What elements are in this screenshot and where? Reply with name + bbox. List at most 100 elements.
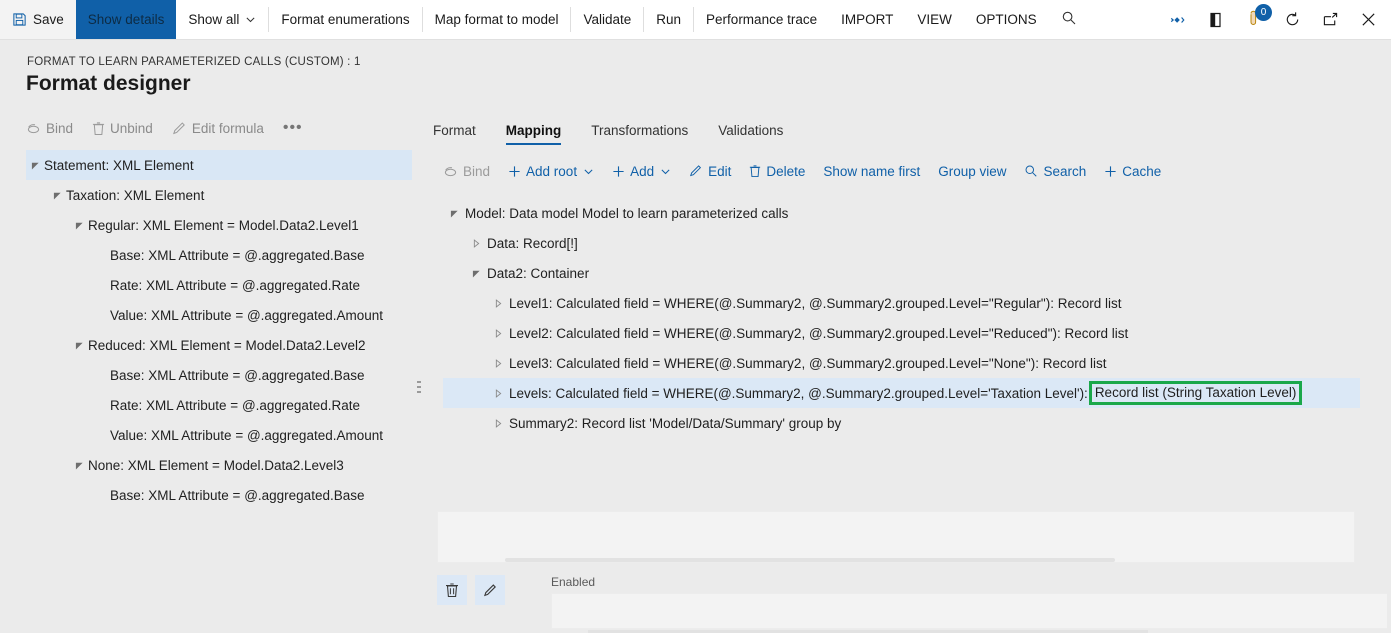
show-all-button[interactable]: Show all xyxy=(176,0,268,39)
mapping-tree-row-label: Data2: Container xyxy=(487,265,590,281)
toolbar-item-label: Bind xyxy=(463,163,491,179)
diamond-icon[interactable] xyxy=(1159,0,1197,40)
add-button[interactable]: Add xyxy=(612,164,671,179)
bind-button[interactable]: Bind xyxy=(26,121,82,136)
save-button[interactable]: Save xyxy=(0,0,76,39)
mapping-tree-row[interactable]: Levels: Calculated field = WHERE(@.Summa… xyxy=(443,378,1360,408)
show-name-first-button[interactable]: Show name first xyxy=(823,164,920,179)
format-tree-row[interactable]: Statement: XML Element xyxy=(26,150,412,180)
chevron-collapsed-icon[interactable] xyxy=(465,238,487,248)
format-tree-row[interactable]: Taxation: XML Element xyxy=(26,180,412,210)
format-enumerations-button[interactable]: Format enumerations xyxy=(269,0,421,39)
show-details-button[interactable]: Show details xyxy=(75,0,177,39)
chevron-collapsed-icon[interactable] xyxy=(487,418,509,428)
format-tree-row[interactable]: Regular: XML Element = Model.Data2.Level… xyxy=(26,210,412,240)
format-tree-row[interactable]: None: XML Element = Model.Data2.Level3 xyxy=(26,450,412,480)
save-icon xyxy=(12,12,27,27)
detail-delete-button[interactable] xyxy=(437,575,467,605)
format-tree-row-label: Rate: XML Attribute = @.aggregated.Rate xyxy=(110,397,360,413)
format-tree-row-label: Taxation: XML Element xyxy=(66,187,205,203)
mapping-tree-row[interactable]: Level2: Calculated field = WHERE(@.Summa… xyxy=(443,318,1373,348)
view-menu[interactable]: VIEW xyxy=(905,0,964,39)
run-button[interactable]: Run xyxy=(644,0,693,39)
format-tree-row[interactable]: Base: XML Attribute = @.aggregated.Base xyxy=(26,240,412,270)
chevron-collapsed-icon[interactable] xyxy=(487,388,509,398)
mapping-tree-row[interactable]: Data2: Container xyxy=(443,258,1373,288)
page-vertical-scrollbar[interactable] xyxy=(1387,40,1391,633)
cache-button[interactable]: Cache xyxy=(1104,164,1161,179)
chevron-expanded-icon[interactable] xyxy=(70,461,88,470)
format-tree-row[interactable]: Value: XML Attribute = @.aggregated.Amou… xyxy=(26,420,412,450)
group-view-button[interactable]: Group view xyxy=(938,164,1006,179)
format-tree-row[interactable]: Rate: XML Attribute = @.aggregated.Rate xyxy=(26,270,412,300)
mapping-tree-row[interactable]: Data: Record[!] xyxy=(443,228,1373,258)
tab-validations[interactable]: Validations xyxy=(718,123,799,145)
format-tree-row[interactable]: Value: XML Attribute = @.aggregated.Amou… xyxy=(26,300,412,330)
add-root-button[interactable]: Add root xyxy=(508,164,594,179)
format-tree-row[interactable]: Reduced: XML Element = Model.Data2.Level… xyxy=(26,330,412,360)
chevron-expanded-icon[interactable] xyxy=(443,209,465,218)
unbind-label: Unbind xyxy=(110,120,153,136)
format-tree-row[interactable]: Base: XML Attribute = @.aggregated.Base xyxy=(26,480,412,510)
options-menu[interactable]: OPTIONS xyxy=(964,0,1049,39)
formula-preview-scrollbar[interactable] xyxy=(505,558,1115,562)
pencil-icon xyxy=(689,164,703,178)
format-tree-row[interactable]: Rate: XML Attribute = @.aggregated.Rate xyxy=(26,390,412,420)
chevron-expanded-icon[interactable] xyxy=(26,161,44,170)
search-button[interactable] xyxy=(1049,0,1089,39)
tab-mapping[interactable]: Mapping xyxy=(505,123,578,145)
pencil-icon xyxy=(172,121,187,136)
chevron-expanded-icon[interactable] xyxy=(70,341,88,350)
performance-trace-button[interactable]: Performance trace xyxy=(694,0,829,39)
format-enumerations-label: Format enumerations xyxy=(281,12,410,27)
trash-icon xyxy=(92,121,105,136)
map-format-to-model-button[interactable]: Map format to model xyxy=(423,0,571,39)
chevron-expanded-icon[interactable] xyxy=(465,269,487,278)
tab-format[interactable]: Format xyxy=(433,123,492,145)
popout-icon[interactable] xyxy=(1311,0,1349,40)
import-menu[interactable]: IMPORT xyxy=(829,0,905,39)
delete-button[interactable]: Delete xyxy=(749,164,805,179)
toolbar-item-label: Show name first xyxy=(823,163,921,179)
format-tree-row[interactable]: Base: XML Attribute = @.aggregated.Base xyxy=(26,360,412,390)
notifications-icon[interactable]: 0 xyxy=(1235,0,1273,40)
format-tree-row-label: Base: XML Attribute = @.aggregated.Base xyxy=(110,247,365,263)
close-icon[interactable] xyxy=(1349,0,1387,40)
format-tree-row-label: Base: XML Attribute = @.aggregated.Base xyxy=(110,367,365,383)
mapping-search-button[interactable]: Search xyxy=(1024,164,1086,179)
format-tree-row-label: Value: XML Attribute = @.aggregated.Amou… xyxy=(110,307,383,323)
tab-label: Transformations xyxy=(591,123,689,138)
mapping-bind-button: Bind xyxy=(443,164,490,179)
chevron-expanded-icon[interactable] xyxy=(48,191,66,200)
mapping-tree-row[interactable]: Level1: Calculated field = WHERE(@.Summa… xyxy=(443,288,1373,318)
refresh-icon[interactable] xyxy=(1273,0,1311,40)
validate-button[interactable]: Validate xyxy=(571,0,643,39)
chevron-collapsed-icon[interactable] xyxy=(487,298,509,308)
toolbar-item-label: Search xyxy=(1043,163,1087,179)
panel-splitter-handle[interactable] xyxy=(414,373,424,401)
chevron-expanded-icon[interactable] xyxy=(70,221,88,230)
more-actions-button[interactable]: ••• xyxy=(283,119,303,137)
panel-icon[interactable] xyxy=(1197,0,1235,40)
toolbar-item-label: Delete xyxy=(766,163,806,179)
validate-label: Validate xyxy=(583,12,632,27)
tab-transformations[interactable]: Transformations xyxy=(591,123,704,145)
save-label: Save xyxy=(33,12,64,27)
chevron-collapsed-icon[interactable] xyxy=(487,358,509,368)
breadcrumb: FORMAT TO LEARN PARAMETERIZED CALLS (CUS… xyxy=(27,56,361,68)
edit-formula-button[interactable]: Edit formula xyxy=(172,121,273,136)
detail-edit-button[interactable] xyxy=(475,575,505,605)
mapping-tree-row-label: Level3: Calculated field = WHERE(@.Summa… xyxy=(509,355,1107,371)
mapping-tree-row[interactable]: Summary2: Record list 'Model/Data/Summar… xyxy=(443,408,1373,438)
formula-preview-box[interactable] xyxy=(437,511,1355,563)
run-label: Run xyxy=(656,12,682,27)
mapping-tree-row[interactable]: Model: Data model Model to learn paramet… xyxy=(443,198,1373,228)
mapping-tree-row[interactable]: Level3: Calculated field = WHERE(@.Summa… xyxy=(443,348,1373,378)
format-tree-row-label: Value: XML Attribute = @.aggregated.Amou… xyxy=(110,427,383,443)
performance-trace-label: Performance trace xyxy=(706,12,818,27)
chevron-down-icon xyxy=(660,166,671,177)
chevron-collapsed-icon[interactable] xyxy=(487,328,509,338)
enabled-field-input[interactable] xyxy=(551,593,1389,629)
unbind-button[interactable]: Unbind xyxy=(92,121,162,136)
edit-button[interactable]: Edit xyxy=(689,164,731,179)
